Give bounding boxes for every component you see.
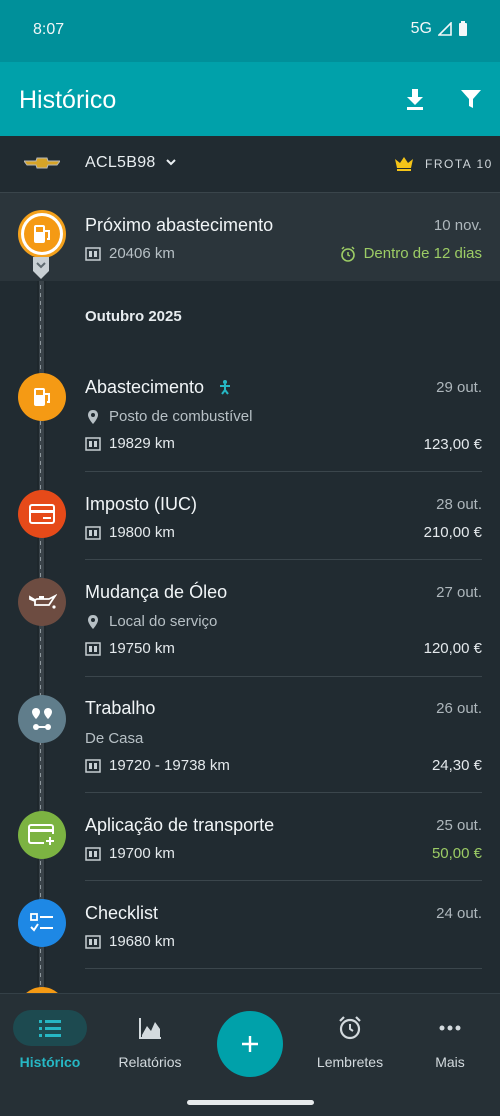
location-pin-icon bbox=[88, 614, 98, 629]
fuel-pump-icon bbox=[34, 388, 50, 406]
list-icon bbox=[39, 1020, 61, 1037]
item-title: Mudança de Óleo bbox=[85, 582, 228, 602]
battery-icon bbox=[459, 21, 467, 36]
item-amount: 123,00 € bbox=[423, 436, 482, 453]
vehicle-bar: ACL5B98 FROTA 10 bbox=[0, 136, 500, 193]
item-odometer: 19800 km bbox=[109, 524, 175, 541]
item-odometer: 19829 km bbox=[109, 435, 175, 452]
bottom-navigation: Histórico Relatórios Lembretes Mais bbox=[0, 993, 500, 1116]
alarm-icon bbox=[340, 245, 355, 262]
item-title: Abastecimento bbox=[85, 377, 205, 397]
odometer-icon bbox=[85, 436, 101, 451]
odometer-icon bbox=[85, 934, 101, 949]
home-indicator[interactable] bbox=[187, 1100, 314, 1105]
plus-icon bbox=[242, 1036, 258, 1052]
checklist-dot bbox=[18, 899, 66, 947]
item-place: Local do serviço bbox=[109, 613, 218, 630]
next-refuel-dot bbox=[18, 210, 66, 258]
chevrolet-logo-icon bbox=[24, 157, 60, 169]
network-label: 5G bbox=[410, 20, 432, 37]
item-amount: 24,30 € bbox=[431, 757, 482, 774]
card-add-icon bbox=[28, 824, 54, 845]
history-list[interactable]: Próximo abastecimento 10 nov. 20406 km D… bbox=[0, 193, 500, 993]
odometer-icon bbox=[85, 846, 101, 861]
item-odometer: 19750 km bbox=[109, 640, 175, 657]
fleet-badge: FROTA 10 bbox=[425, 157, 493, 171]
odometer-icon bbox=[85, 758, 101, 773]
next-refuel-card[interactable]: Próximo abastecimento 10 nov. 20406 km D… bbox=[0, 193, 500, 281]
fuel-pump-icon bbox=[34, 225, 50, 243]
nav-label: Lembretes bbox=[316, 1054, 384, 1070]
divider bbox=[85, 471, 482, 472]
item-route: De Casa bbox=[85, 730, 144, 747]
month-header: Outubro 2025 bbox=[85, 308, 182, 325]
nav-label: Mais bbox=[435, 1054, 465, 1070]
item-odometer: 19720 - 19738 km bbox=[109, 757, 230, 774]
divider bbox=[85, 968, 482, 969]
next-refuel-reminder: Dentro de 12 dias bbox=[363, 245, 482, 262]
divider bbox=[85, 792, 482, 793]
odometer-icon bbox=[85, 525, 101, 540]
chevron-down-icon bbox=[166, 159, 176, 166]
item-date: 29 out. bbox=[436, 379, 482, 396]
next-refuel-date: 10 nov. bbox=[433, 217, 482, 234]
status-time: 8:07 bbox=[33, 21, 65, 38]
vehicle-plate: ACL5B98 bbox=[85, 154, 156, 171]
item-date: 28 out. bbox=[436, 496, 482, 513]
odometer-icon bbox=[85, 246, 101, 261]
refuel-dot bbox=[18, 373, 66, 421]
nav-lembretes[interactable]: Lembretes bbox=[300, 1010, 400, 1070]
item-title: Imposto (IUC) bbox=[85, 494, 198, 514]
nav-historico[interactable]: Histórico bbox=[0, 1010, 100, 1070]
item-date: 25 out. bbox=[436, 817, 482, 834]
tax-dot bbox=[18, 490, 66, 538]
nav-mais[interactable]: Mais bbox=[400, 1010, 500, 1070]
chart-icon bbox=[139, 1018, 161, 1039]
page-title: Histórico bbox=[19, 86, 117, 114]
item-date: 24 out. bbox=[436, 905, 482, 922]
divider bbox=[85, 880, 482, 881]
alarm-clock-icon bbox=[339, 1016, 361, 1040]
more-horizontal-icon bbox=[439, 1025, 461, 1031]
checklist-icon bbox=[30, 913, 53, 932]
location-pin-icon bbox=[88, 409, 98, 424]
odometer-icon bbox=[85, 641, 101, 656]
trip-dot bbox=[18, 695, 66, 743]
item-amount: 210,00 € bbox=[423, 524, 482, 541]
divider bbox=[85, 676, 482, 677]
item-place: Posto de combustível bbox=[109, 408, 253, 425]
download-button[interactable] bbox=[400, 84, 430, 114]
item-amount: 120,00 € bbox=[423, 640, 482, 657]
status-bar: 8:07 5G bbox=[0, 0, 500, 62]
divider bbox=[85, 559, 482, 560]
download-icon bbox=[407, 89, 423, 110]
item-date: 26 out. bbox=[436, 700, 482, 717]
item-title: Aplicação de transporte bbox=[85, 815, 275, 835]
item-title: Checklist bbox=[85, 903, 159, 923]
timeline-arrow-icon bbox=[33, 257, 49, 279]
item-odometer: 19700 km bbox=[109, 845, 175, 862]
nav-label: Histórico bbox=[19, 1054, 81, 1070]
app-bar: Histórico bbox=[0, 62, 500, 136]
signal-icon bbox=[438, 22, 452, 36]
oil-can-icon bbox=[29, 593, 57, 609]
crown-icon bbox=[395, 157, 413, 171]
item-date: 27 out. bbox=[436, 584, 482, 601]
income-dot bbox=[18, 811, 66, 859]
nav-label: Relatórios bbox=[118, 1054, 182, 1070]
next-refuel-odometer: 20406 km bbox=[109, 245, 175, 262]
add-button[interactable] bbox=[217, 1011, 283, 1077]
filter-icon bbox=[461, 90, 481, 108]
oil-change-dot bbox=[18, 578, 66, 626]
item-amount: 50,00 € bbox=[431, 845, 482, 862]
credit-card-icon bbox=[29, 504, 55, 524]
route-icon bbox=[32, 708, 52, 730]
item-title: Trabalho bbox=[85, 698, 156, 718]
item-odometer: 19680 km bbox=[109, 933, 175, 950]
nav-relatorios[interactable]: Relatórios bbox=[100, 1010, 200, 1070]
next-refuel-title: Próximo abastecimento bbox=[85, 215, 274, 235]
full-tank-icon bbox=[220, 380, 230, 395]
filter-button[interactable] bbox=[456, 84, 486, 114]
